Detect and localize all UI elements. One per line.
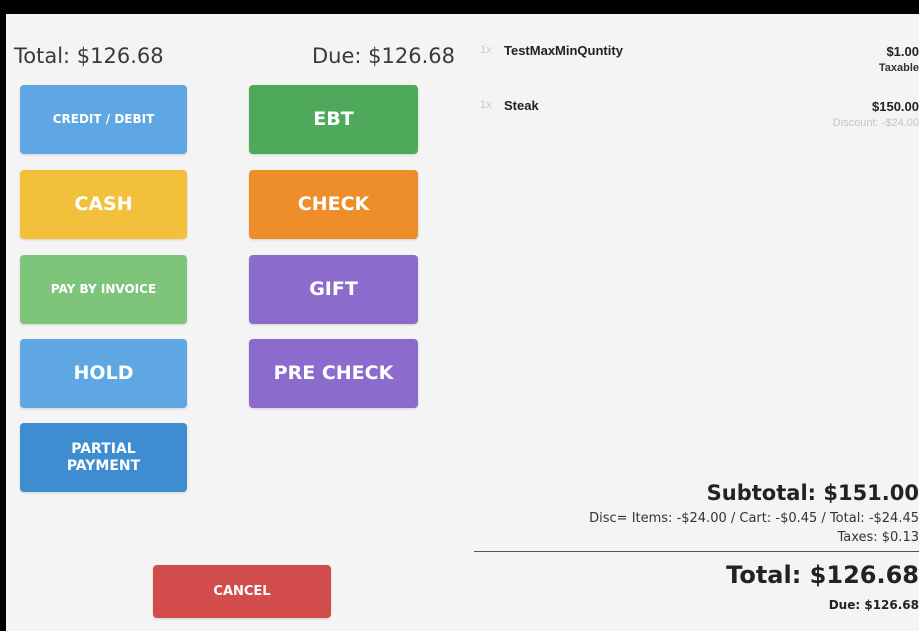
item-quantity: 1x bbox=[480, 99, 492, 111]
pos-payment-screen: Total: $126.68 Due: $126.68 CREDIT / DEB… bbox=[6, 14, 919, 631]
header-total: Total: $126.68 bbox=[14, 44, 164, 68]
credit-debit-button[interactable]: CREDIT / DEBIT bbox=[20, 85, 187, 154]
item-quantity: 1x bbox=[480, 44, 492, 56]
order-total: Total: $126.68 bbox=[726, 561, 919, 589]
hold-button[interactable]: HOLD bbox=[20, 339, 187, 408]
cash-button[interactable]: CASH bbox=[20, 170, 187, 239]
ebt-button[interactable]: EBT bbox=[249, 85, 418, 154]
gift-button[interactable]: GIFT bbox=[249, 255, 418, 324]
check-button[interactable]: CHECK bbox=[249, 170, 418, 239]
subtotal: Subtotal: $151.00 bbox=[706, 481, 919, 505]
cancel-button[interactable]: CANCEL bbox=[153, 565, 331, 618]
order-summary-panel: 1x TestMaxMinQuntity $1.00 Taxable 1x St… bbox=[474, 14, 919, 631]
partial-payment-button[interactable]: PARTIAL PAYMENT bbox=[20, 423, 187, 492]
item-name: Steak bbox=[504, 98, 539, 113]
item-name: TestMaxMinQuntity bbox=[504, 43, 623, 58]
taxes: Taxes: $0.13 bbox=[837, 530, 919, 545]
item-discount-note: Discount: -$24.00 bbox=[832, 117, 919, 129]
divider bbox=[474, 551, 919, 552]
discount-breakdown: Disc= Items: -$24.00 / Cart: -$0.45 / To… bbox=[589, 511, 919, 526]
header-due: Due: $126.68 bbox=[312, 44, 455, 68]
item-price: $1.00 bbox=[886, 44, 919, 59]
pay-by-invoice-button[interactable]: PAY BY INVOICE bbox=[20, 255, 187, 324]
pre-check-button[interactable]: PRE CHECK bbox=[249, 339, 418, 408]
amount-due: Due: $126.68 bbox=[828, 598, 919, 612]
payment-panel: Total: $126.68 Due: $126.68 CREDIT / DEB… bbox=[6, 14, 474, 631]
item-note: Taxable bbox=[878, 62, 919, 74]
item-price: $150.00 bbox=[872, 99, 919, 114]
